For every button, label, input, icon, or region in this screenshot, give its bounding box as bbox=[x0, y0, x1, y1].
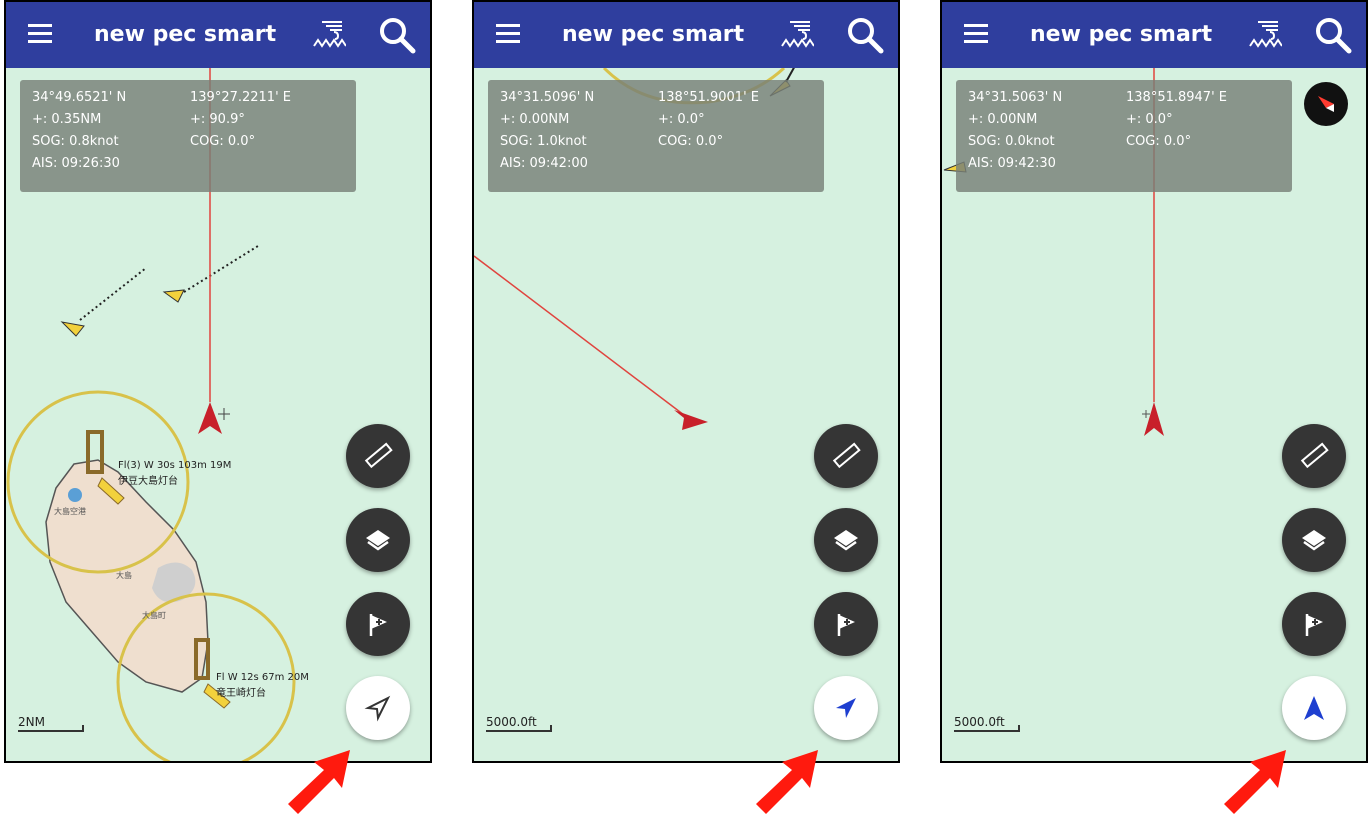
light-name-south: 竜王崎灯台 bbox=[216, 688, 266, 699]
scale-line bbox=[486, 725, 552, 732]
track-line bbox=[474, 255, 689, 419]
tide-icon[interactable] bbox=[1248, 16, 1282, 52]
navigation-arrow-icon bbox=[1304, 696, 1324, 720]
measure-button[interactable] bbox=[1282, 424, 1346, 488]
measure-button[interactable] bbox=[814, 424, 878, 488]
sog: SOG: 1.0knot bbox=[500, 134, 587, 149]
light-label-south: Fl W 12s 67m 20M bbox=[216, 672, 309, 683]
scale-label: 5000.0ft bbox=[954, 715, 1005, 729]
search-icon[interactable] bbox=[378, 16, 416, 54]
ais-target-1 bbox=[60, 321, 85, 337]
app-bar: new pec smart bbox=[942, 2, 1366, 68]
airport-label: 大島空港 bbox=[54, 507, 86, 516]
scale-label: 5000.0ft bbox=[486, 715, 537, 729]
menu-icon[interactable] bbox=[964, 24, 988, 46]
own-ship bbox=[674, 410, 708, 430]
distance: +: 0.00NM bbox=[500, 112, 570, 127]
cog: COG: 0.0° bbox=[1126, 134, 1192, 149]
menu-icon[interactable] bbox=[28, 24, 52, 46]
app-title: new pec smart bbox=[94, 22, 277, 47]
scale-bar: 5000.0ft bbox=[486, 715, 552, 732]
app-bar: new pec smart bbox=[6, 2, 430, 68]
layers-icon bbox=[1302, 530, 1326, 551]
latitude: 34°31.5096' N bbox=[500, 90, 595, 105]
ais-time: AIS: 09:26:30 bbox=[32, 156, 120, 171]
ruler-icon bbox=[832, 442, 861, 469]
scale-label: 2NM bbox=[18, 715, 45, 729]
callout-arrow-2 bbox=[756, 750, 818, 814]
flag-plus-icon bbox=[837, 614, 855, 636]
location-arrow-icon bbox=[364, 695, 391, 722]
tide-icon[interactable] bbox=[312, 16, 346, 52]
own-ship bbox=[198, 402, 222, 434]
add-waypoint-button[interactable] bbox=[1282, 592, 1346, 656]
phone-screen-3: new pec smart 34°31.5063' N 138°51.8947'… bbox=[940, 0, 1368, 763]
location-mode-button[interactable] bbox=[1282, 676, 1346, 740]
location-arrow-icon bbox=[836, 698, 856, 718]
position-info-panel: 34°49.6521' N 139°27.2211' E +: 0.35NM +… bbox=[20, 80, 356, 192]
ais-time: AIS: 09:42:00 bbox=[500, 156, 588, 171]
callout-arrow-1 bbox=[288, 750, 350, 814]
light-name-north: 伊豆大島灯台 bbox=[118, 476, 178, 487]
bearing: +: 0.0° bbox=[1126, 112, 1173, 127]
scale-bar: 2NM bbox=[18, 715, 84, 732]
scale-bar: 5000.0ft bbox=[954, 715, 1020, 732]
location-mode-button[interactable] bbox=[814, 676, 878, 740]
tide-icon[interactable] bbox=[780, 16, 814, 52]
search-icon[interactable] bbox=[846, 16, 884, 54]
position-info-panel: 34°31.5063' N 138°51.8947' E +: 0.00NM +… bbox=[956, 80, 1292, 192]
town-label: 大島町 bbox=[142, 611, 166, 620]
compass-button[interactable] bbox=[1304, 82, 1348, 126]
island-label: 大島 bbox=[116, 571, 132, 580]
callout-arrow-3 bbox=[1224, 750, 1286, 814]
add-waypoint-button[interactable] bbox=[814, 592, 878, 656]
measure-button[interactable] bbox=[346, 424, 410, 488]
longitude: 138°51.9001' E bbox=[658, 90, 759, 105]
cog: COG: 0.0° bbox=[658, 134, 724, 149]
phone-screen-1: new pec smart Fl(3) W 30s 103m 19M 伊豆大島灯… bbox=[4, 0, 432, 763]
menu-icon[interactable] bbox=[496, 24, 520, 46]
distance: +: 0.00NM bbox=[968, 112, 1038, 127]
sog: SOG: 0.8knot bbox=[32, 134, 119, 149]
layers-button[interactable] bbox=[1282, 508, 1346, 572]
compass-icon bbox=[1318, 96, 1334, 112]
longitude: 138°51.8947' E bbox=[1126, 90, 1227, 105]
app-title: new pec smart bbox=[1030, 22, 1213, 47]
flag-plus-icon bbox=[369, 614, 387, 636]
bearing: +: 90.9° bbox=[190, 112, 245, 127]
latitude: 34°49.6521' N bbox=[32, 90, 127, 105]
app-title: new pec smart bbox=[562, 22, 745, 47]
ais-time: AIS: 09:42:30 bbox=[968, 156, 1056, 171]
phone-screen-2: new pec smart 34°31.5096' N 138°51.9001'… bbox=[472, 0, 900, 763]
longitude: 139°27.2211' E bbox=[190, 90, 291, 105]
latitude: 34°31.5063' N bbox=[968, 90, 1063, 105]
distance: +: 0.35NM bbox=[32, 112, 102, 127]
layers-icon bbox=[366, 530, 390, 551]
position-info-panel: 34°31.5096' N 138°51.9001' E +: 0.00NM +… bbox=[488, 80, 824, 192]
sog: SOG: 0.0knot bbox=[968, 134, 1055, 149]
light-label-north: Fl(3) W 30s 103m 19M bbox=[118, 460, 232, 471]
ruler-icon bbox=[364, 442, 393, 469]
own-ship bbox=[1144, 402, 1164, 436]
add-waypoint-button[interactable] bbox=[346, 592, 410, 656]
scale-line bbox=[954, 725, 1020, 732]
location-mode-button[interactable] bbox=[346, 676, 410, 740]
airport-icon bbox=[68, 488, 82, 502]
layers-button[interactable] bbox=[346, 508, 410, 572]
ruler-icon bbox=[1300, 442, 1329, 469]
bearing: +: 0.0° bbox=[658, 112, 705, 127]
layers-icon bbox=[834, 530, 858, 551]
app-bar: new pec smart bbox=[474, 2, 898, 68]
scale-line bbox=[18, 725, 84, 732]
search-icon[interactable] bbox=[1314, 16, 1352, 54]
cog: COG: 0.0° bbox=[190, 134, 256, 149]
flag-plus-icon bbox=[1305, 614, 1323, 636]
ais-target-2 bbox=[162, 289, 185, 303]
layers-button[interactable] bbox=[814, 508, 878, 572]
